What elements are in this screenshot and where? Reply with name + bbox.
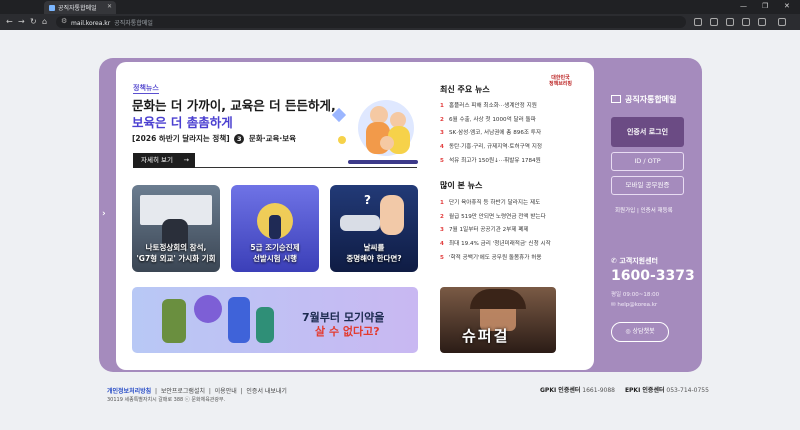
most-viewed-list: 1 단기 육아휴직 등 하반기 달라지는 제도 2 월급 519만 안되면 노령연금… — [440, 198, 590, 266]
tab-title: 공직자통합메일 — [58, 5, 97, 12]
policy-news-tag[interactable]: 정책뉴스 — [133, 83, 159, 94]
home-icon[interactable]: ⌂ — [42, 17, 47, 26]
browser-tab[interactable]: 공직자통합메일 ✕ — [44, 1, 116, 14]
page-title-text: 공직자통합메일 — [114, 20, 153, 27]
list-item[interactable]: 1 단기 육아휴직 등 하반기 달라지는 제도 — [440, 198, 590, 212]
gpki-label: GPKI 인증센터 — [540, 387, 581, 394]
side-panel-toggle[interactable]: › — [99, 182, 113, 250]
detail-button[interactable]: 자세히 보기 → — [133, 153, 195, 168]
detail-button-label: 자세히 보기 — [141, 156, 173, 164]
list-item[interactable]: 1 홈플러스 피해 최소화···생계안정 지원 — [440, 101, 590, 115]
list-item[interactable]: 3 SK·삼성·엠코, 서남권에 총 896조 투자 — [440, 128, 590, 142]
chevron-right-icon: › — [102, 209, 106, 219]
list-item[interactable]: 2 6월 수출, 사상 첫 1000억 달러 돌파 — [440, 115, 590, 129]
extension-icon[interactable] — [694, 18, 702, 26]
hero-title-line1: 문화는 더 가까이, 교육은 더 든든하게, — [132, 98, 336, 113]
chatbot-button[interactable]: ◎ 상담챗봇 — [611, 322, 669, 342]
maximize-icon[interactable]: ❐ — [762, 2, 768, 10]
epki-label: EPKI 인증센터 — [624, 387, 665, 394]
export-cert-link[interactable]: 인증서 내보내기 — [246, 388, 287, 395]
top-news-title: 최신 주요 뉴스 — [440, 85, 490, 94]
security-install-link[interactable]: 보안프로그램설치 — [161, 388, 205, 395]
news-thumbnail[interactable]: ? 날씨를 중명해야 한다면? — [330, 185, 418, 272]
profile-icon[interactable] — [758, 18, 766, 26]
list-item[interactable]: 4 동탄·기흥·구리, 규제지역·토허구역 지정 — [440, 142, 590, 156]
mobile-id-button[interactable]: 모바일 공무원증 — [611, 176, 684, 195]
thumbnail-caption: 날씨를 중명해야 한다면? — [346, 243, 402, 263]
close-tab-icon[interactable]: ✕ — [107, 3, 112, 10]
browser-tabbar: 공직자통합메일 ✕ — ❐ ✕ — [0, 0, 800, 14]
cert-centers: GPKI 인증센터 1661-9088 EPKI 인증센터 053-714-07… — [540, 385, 717, 394]
list-item[interactable]: 5 '학적 공백기'에도 공무원 돌봄휴가 허용 — [440, 253, 590, 267]
hero-subtitle: [2026 하반기 달라지는 정책] 3 문화·교육·보육 — [132, 133, 296, 144]
epki-phone: 053-714-0755 — [666, 387, 709, 394]
gpki-phone: 1661-9088 — [582, 387, 616, 394]
support-email[interactable]: ✉ help@korea.kr — [611, 302, 657, 308]
support-title: ✆ 고객지원센터 — [611, 257, 658, 265]
movie-banner[interactable]: 슈퍼걸 — [440, 287, 556, 353]
id-otp-button[interactable]: ID / OTP — [611, 152, 684, 171]
top-news-list: 1 홈플러스 피해 최소화···생계안정 지원 2 6월 수출, 사상 첫 1000… — [440, 101, 590, 169]
menu-icon[interactable] — [778, 18, 786, 26]
bookmark-icon[interactable] — [726, 18, 734, 26]
news-thumbnail[interactable]: 5급 조기승진제 선발시험 시행 — [231, 185, 319, 272]
arrow-right-icon: → — [183, 156, 189, 164]
forward-icon[interactable]: → — [18, 17, 25, 26]
most-viewed-title: 많이 본 뉴스 — [440, 181, 483, 190]
download-icon[interactable] — [742, 18, 750, 26]
thumbnail-caption: 나토정상회의 참석, 'G7형 외교' 가시화 기회 — [136, 243, 216, 263]
family-illustration — [330, 92, 420, 170]
policy-briefing-logo: 대한민국 정책브리핑 — [549, 75, 573, 87]
site-info-icon[interactable]: ⚙ — [61, 17, 67, 25]
hero-subtitle-number: 3 — [234, 134, 245, 144]
list-item[interactable]: 4 최대 19.4% 금리 '청년미래적금' 신청 시작 — [440, 239, 590, 253]
browser-toolbar: ← → ↻ ⌂ ⚙ mail.korea.kr 공직자통합메일 — [0, 14, 800, 30]
support-phone: 1600-3373 — [611, 268, 695, 284]
news-thumbnail[interactable]: 나토정상회의 참석, 'G7형 외교' 가시화 기회 — [132, 185, 220, 272]
certificate-login-button[interactable]: 인증서 로그인 — [611, 117, 684, 147]
url-text: mail.korea.kr — [71, 20, 111, 27]
movie-title: 슈퍼걸 — [462, 327, 510, 345]
favicon-icon — [49, 5, 55, 11]
extension-icon[interactable] — [710, 18, 718, 26]
mosquito-banner[interactable]: 7월부터 모기약을 살 수 없다고? — [132, 287, 418, 353]
list-item[interactable]: 3 7월 1일부터 공공기관 2부제 폐제 — [440, 225, 590, 239]
footer-links: 개인정보처리방침 | 보안프로그램설치 | 이용안내 | 인증서 내보내기 — [107, 388, 287, 395]
minimize-icon[interactable]: — — [740, 2, 747, 10]
hero-subtitle-suffix: 문화·교육·보육 — [248, 134, 297, 143]
mail-icon — [611, 95, 621, 103]
reload-icon[interactable]: ↻ — [30, 17, 37, 26]
brand-title: 공직자통합메일 — [611, 94, 677, 105]
hero-title-line2: 보육은 더 촘촘하게 — [132, 115, 233, 130]
headset-icon: ◎ — [625, 328, 633, 335]
usage-guide-link[interactable]: 이용안내 — [215, 388, 237, 395]
privacy-policy-link[interactable]: 개인정보처리방침 — [107, 388, 151, 395]
thumbnail-caption: 5급 조기승진제 선발시험 시행 — [250, 243, 300, 263]
hero-title[interactable]: 문화는 더 가까이, 교육은 더 든든하게, 보육은 더 촘촘하게 — [132, 97, 336, 131]
account-links[interactable]: 회원가입 | 인증서 재등록 — [615, 206, 673, 214]
support-hours: 평일 09:00~18:00 — [611, 292, 660, 298]
footer-address: 30119 세종특별자치시 갈매로 388 ⓒ 문화체육관광부. — [107, 397, 226, 403]
hero-subtitle-prefix: [2026 하반기 달라지는 정책] — [132, 134, 230, 143]
back-icon[interactable]: ← — [6, 17, 13, 26]
banner-line2: 살 수 없다고? — [315, 325, 380, 338]
list-item[interactable]: 2 월급 519만 안되면 노령연금 전액 받는다 — [440, 212, 590, 226]
list-item[interactable]: 5 석유 최고가 150원↓···휘발유 1784원 — [440, 156, 590, 170]
window-close-icon[interactable]: ✕ — [784, 2, 790, 10]
address-bar[interactable]: ⚙ mail.korea.kr 공직자통합메일 — [56, 16, 686, 28]
